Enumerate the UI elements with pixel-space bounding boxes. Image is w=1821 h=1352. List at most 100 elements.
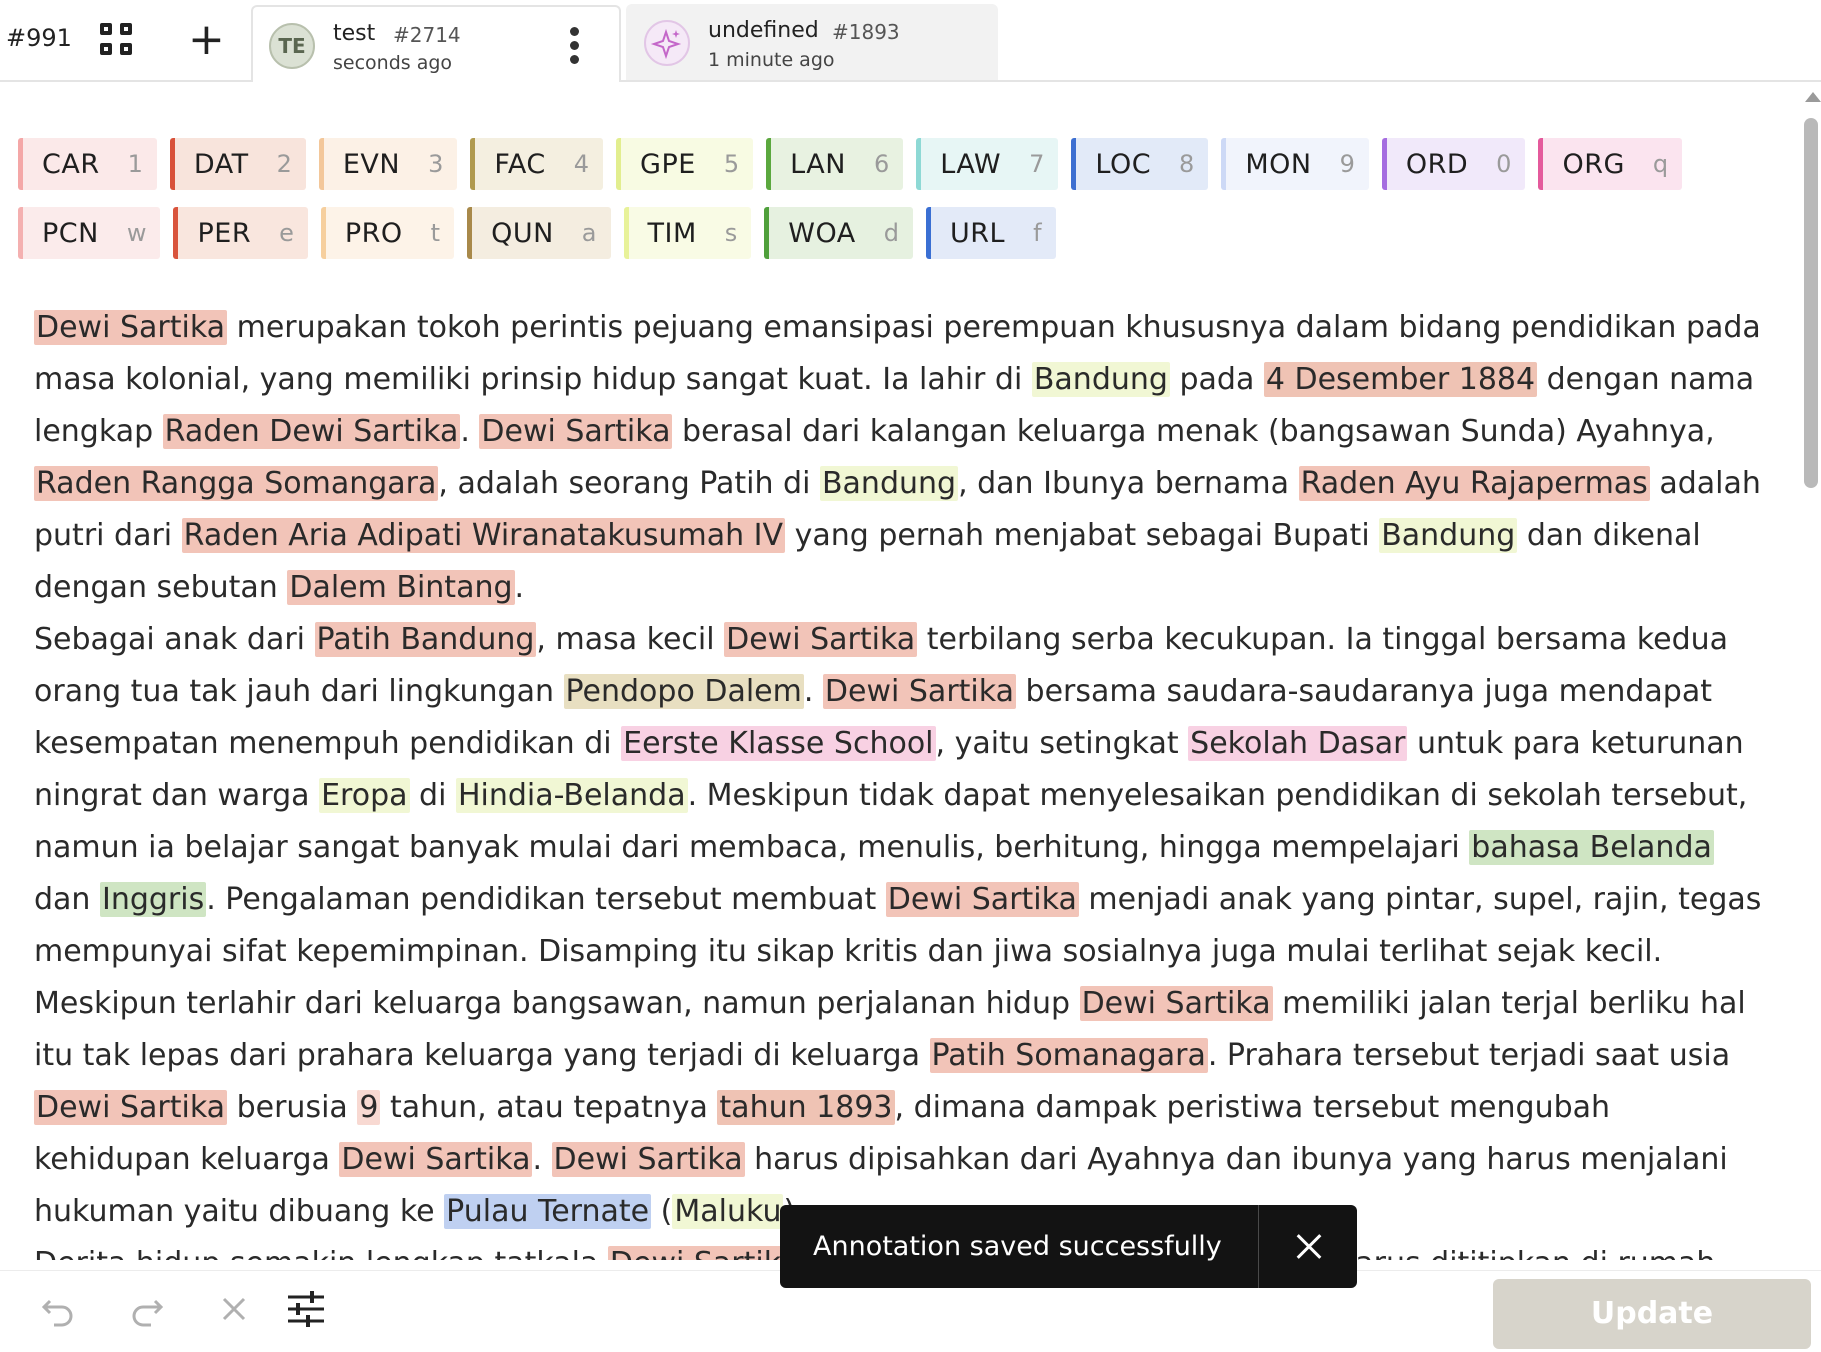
entity-gpe[interactable]: Bandung (819, 466, 959, 501)
entity-gpe[interactable]: Bandung (1379, 518, 1518, 553)
label-hotkey: 3 (428, 150, 444, 178)
tab-title: undefined (708, 18, 819, 43)
entity-gpe[interactable]: Hindia-Belanda (455, 778, 688, 813)
entity-org[interactable]: Sekolah Dasar (1188, 726, 1408, 761)
label-hotkey: s (724, 219, 738, 247)
label-evn[interactable]: EVN 3 (318, 138, 458, 190)
avatar: TE (269, 23, 315, 69)
entity-loc[interactable]: Pulau Ternate (444, 1194, 652, 1229)
text-paragraph: Dewi Sartika merupakan tokoh perintis pe… (34, 302, 1774, 614)
label-hotkey: e (279, 219, 294, 247)
label-name: LOC (1095, 148, 1152, 180)
label-hotkey: 0 (1496, 150, 1512, 178)
scroll-up-arrow-icon[interactable] (1805, 92, 1821, 102)
label-hotkey: 1 (127, 150, 143, 178)
entity-fac[interactable]: Pendopo Dalem (563, 674, 804, 709)
redo-icon[interactable] (127, 1289, 167, 1329)
entity-dat[interactable]: tahun 1893 (717, 1090, 895, 1125)
label-gpe[interactable]: GPE 5 (616, 138, 754, 190)
entity-per[interactable]: Raden Aria Adipati Wiranatakusumah IV (181, 518, 786, 553)
label-name: WOA (788, 217, 856, 249)
grid-view-icon[interactable] (100, 23, 134, 57)
entity-per[interactable]: Dewi Sartika (34, 1090, 228, 1125)
entity-per[interactable]: Dewi Sartika (724, 622, 918, 657)
text-segment: . (532, 1142, 552, 1177)
entity-per[interactable]: Dewi Sartika (339, 1142, 533, 1177)
toast-message: Annotation saved successfully (813, 1231, 1222, 1262)
text-segment: . (460, 414, 480, 449)
entity-dat[interactable]: 4 Desember 1884 (1263, 362, 1538, 397)
label-name: PRO (344, 217, 403, 249)
sparkle-icon (644, 20, 690, 66)
entity-per[interactable]: Dewi Sartika (551, 1142, 745, 1177)
entity-per[interactable]: Raden Rangga Somangara (34, 466, 439, 501)
more-options-icon[interactable] (568, 27, 580, 69)
text-segment: di (409, 778, 456, 813)
entity-per[interactable]: Dewi Sartika (34, 310, 228, 345)
entity-per[interactable]: Raden Dewi Sartika (162, 414, 461, 449)
label-hotkey: 6 (873, 150, 890, 178)
text-segment: , yaitu setingkat (935, 726, 1189, 761)
tab-annotation-active[interactable]: TE test #2714 seconds ago (251, 5, 621, 82)
label-loc[interactable]: LOC 8 (1071, 138, 1209, 190)
label-fac[interactable]: FAC 4 (470, 138, 604, 190)
entity-qun[interactable]: 9 (357, 1090, 381, 1125)
text-segment: Meskipun terlahir dari keluarga bangsawa… (34, 986, 1080, 1021)
entity-per[interactable]: Patih Somanagara (929, 1038, 1208, 1073)
scrollbar-thumb[interactable] (1804, 118, 1818, 488)
settings-sliders-icon[interactable] (286, 1289, 326, 1329)
tab-id: #1893 (832, 20, 900, 44)
label-org[interactable]: ORG q (1538, 138, 1683, 190)
label-law[interactable]: LAW 7 (916, 138, 1059, 190)
entity-lan[interactable]: bahasa Belanda (1469, 830, 1714, 865)
scrollbar[interactable] (1801, 88, 1821, 1268)
label-name: ORG (1562, 148, 1625, 180)
label-url[interactable]: URL f (925, 207, 1056, 259)
entity-per[interactable]: Dewi Sartika (1079, 986, 1273, 1021)
label-qun[interactable]: QUN a (467, 207, 611, 259)
entity-gpe[interactable]: Bandung (1031, 362, 1170, 397)
label-name: URL (949, 217, 1006, 249)
label-woa[interactable]: WOA d (764, 207, 913, 259)
entity-lan[interactable]: Inggris (99, 882, 207, 917)
label-per[interactable]: PER e (173, 207, 308, 259)
annotation-text[interactable]: Dewi Sartika merupakan tokoh perintis pe… (34, 302, 1774, 1260)
entity-org[interactable]: Eerste Klasse School (621, 726, 936, 761)
label-car[interactable]: CAR 1 (18, 138, 157, 190)
add-tab-icon[interactable]: + (188, 18, 225, 62)
label-tim[interactable]: TIM s (623, 207, 752, 259)
text-segment: ( (651, 1194, 673, 1229)
undo-icon[interactable] (38, 1289, 78, 1329)
label-mon[interactable]: MON 9 (1221, 138, 1369, 190)
text-segment: dan (34, 882, 100, 917)
label-hotkey: t (430, 219, 441, 247)
entity-per[interactable]: Dewi Sartika (822, 674, 1016, 709)
text-segment: Derita hidup semakin lengkap tatkala (34, 1246, 608, 1260)
entity-per[interactable]: Dalem Bintang (287, 570, 515, 605)
label-hotkey: 9 (1339, 150, 1355, 178)
entity-gpe[interactable]: Eropa (319, 778, 410, 813)
text-segment: . Prahara tersebut terjadi saat usia (1207, 1038, 1731, 1073)
tab-annotation-prediction[interactable]: undefined #1893 1 minute ago (626, 4, 998, 80)
entity-per[interactable]: Dewi Sartika (885, 882, 1079, 917)
label-ord[interactable]: ORD 0 (1381, 138, 1526, 190)
label-dat[interactable]: DAT 2 (169, 138, 306, 190)
text-paragraph: Meskipun terlahir dari keluarga bangsawa… (34, 978, 1774, 1238)
close-icon[interactable] (1259, 1205, 1357, 1288)
text-segment: , adalah seorang Patih di (438, 466, 820, 501)
label-pcn[interactable]: PCN w (18, 207, 161, 259)
reset-icon[interactable] (214, 1289, 254, 1329)
entity-per[interactable]: Raden Ayu Rajapermas (1298, 466, 1650, 501)
update-button[interactable]: Update (1493, 1279, 1811, 1349)
entity-gpe[interactable]: Maluku (672, 1194, 784, 1229)
label-lan[interactable]: LAN 6 (766, 138, 904, 190)
label-pro[interactable]: PRO t (320, 207, 455, 259)
label-hotkey: 5 (723, 150, 740, 178)
entity-per[interactable]: Patih Bandung (314, 622, 537, 657)
label-name: LAN (790, 148, 846, 180)
label-hotkey: d (883, 219, 899, 247)
entity-per[interactable]: Dewi Sartika (479, 414, 673, 449)
entity-per[interactable]: Dewi Sartika (607, 1246, 801, 1260)
label-name: QUN (491, 217, 554, 249)
text-segment: tahun, atau tepatnya (380, 1090, 718, 1125)
